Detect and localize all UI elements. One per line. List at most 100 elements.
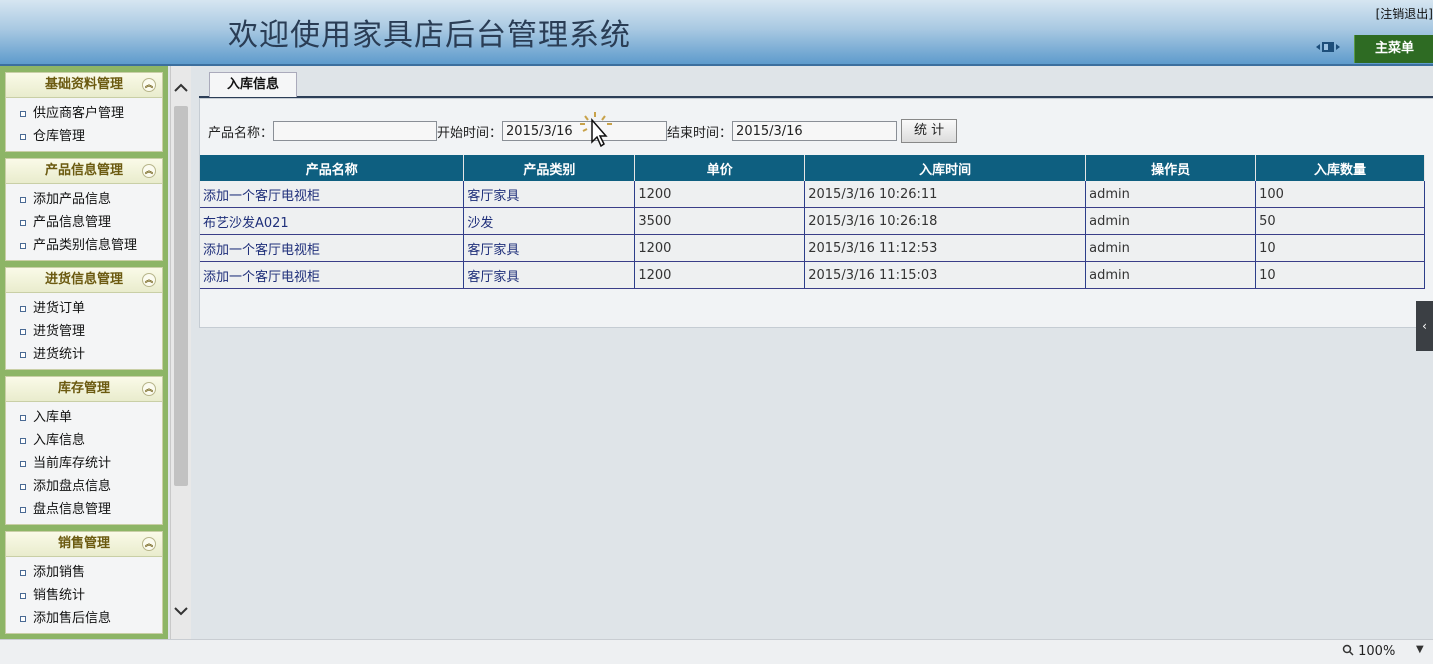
menu-group-header[interactable]: 基础资料管理 ︽ — [5, 72, 163, 98]
sidebar-item-stock-in-info[interactable]: 入库信息 — [6, 429, 162, 452]
chevron-up-icon[interactable]: ︽ — [142, 164, 156, 178]
zoom-value: 100% — [1358, 644, 1396, 659]
menu-group-header[interactable]: 销售管理 ︽ — [5, 531, 163, 557]
chevron-left-icon[interactable]: ‹ — [1416, 301, 1433, 351]
sidebar-item-stock-in-order[interactable]: 入库单 — [6, 406, 162, 429]
bullet-icon — [20, 570, 26, 576]
sidebar-scrollbar[interactable] — [170, 66, 191, 639]
sidebar-item-add-inventory-check[interactable]: 添加盘点信息 — [6, 475, 162, 498]
scrollbar-thumb[interactable] — [174, 106, 188, 486]
table-cell: 3500 — [634, 207, 806, 235]
sidebar-item-add-product[interactable]: 添加产品信息 — [6, 188, 162, 211]
sidebar-toggle-icon[interactable] — [1314, 40, 1342, 54]
sidebar-item-add-sale[interactable]: 添加销售 — [6, 561, 162, 584]
zoom-level[interactable]: 100% — [1342, 644, 1395, 659]
table-cell: 添加一个客厅电视柜 — [200, 234, 465, 262]
bullet-icon — [20, 507, 26, 513]
bullet-icon — [20, 352, 26, 358]
menu-group-basic: 基础资料管理 ︽ 供应商客户管理 仓库管理 — [5, 72, 163, 152]
table-cell: 客厅家具 — [463, 234, 636, 262]
menu-group-title: 进货信息管理 — [44, 272, 123, 287]
bullet-icon — [20, 438, 26, 444]
bullet-icon — [20, 329, 26, 335]
end-time-input[interactable] — [732, 121, 898, 141]
table-cell: admin — [1085, 207, 1257, 235]
tab-stock-in-info[interactable]: 入库信息 — [209, 72, 297, 97]
table-cell: 2015/3/16 11:12:53 — [804, 234, 1087, 262]
bullet-icon — [20, 616, 26, 622]
bullet-icon — [20, 134, 26, 140]
chevron-up-icon[interactable]: ︽ — [142, 78, 156, 92]
table-cell: 布艺沙发A021 — [200, 207, 465, 235]
main-content: 入库信息 产品名称： 开始时间： 结束时间： 统 计 产品名称 产品类别 单价 入库时… — [191, 66, 1433, 639]
column-header: 操作员 — [1085, 155, 1257, 181]
chevron-up-icon[interactable]: ︽ — [142, 382, 156, 396]
table-cell: admin — [1085, 181, 1257, 208]
table-cell: 2015/3/16 11:15:03 — [804, 261, 1087, 289]
table-cell: 10 — [1255, 234, 1425, 262]
table-cell: 50 — [1255, 207, 1425, 235]
start-time-label: 开始时间： — [437, 125, 503, 141]
sidebar-item-add-after-sale[interactable]: 添加售后信息 — [6, 607, 162, 630]
sidebar-item-product-category[interactable]: 产品类别信息管理 — [6, 234, 162, 257]
sidebar-item-purchase-order[interactable]: 进货订单 — [6, 297, 162, 320]
tab-bar: 入库信息 — [199, 70, 1433, 98]
product-name-label: 产品名称： — [208, 125, 274, 141]
stock-in-table: 产品名称 产品类别 单价 入库时间 操作员 入库数量 添加一个客厅电视柜 客厅家… — [200, 155, 1425, 289]
menu-group-title: 销售管理 — [57, 536, 110, 551]
menu-group-header[interactable]: 进货信息管理 ︽ — [5, 267, 163, 293]
table-cell: 添加一个客厅电视柜 — [200, 181, 465, 208]
table-cell: 2015/3/16 10:26:11 — [804, 181, 1087, 208]
status-bar: 100% ▼ — [0, 639, 1433, 664]
menu-group-title: 库存管理 — [57, 381, 110, 396]
menu-group-product: 产品信息管理 ︽ 添加产品信息 产品信息管理 产品类别信息管理 — [5, 158, 163, 261]
mouse-cursor-icon — [580, 112, 612, 148]
menu-group-inventory: 库存管理 ︽ 入库单 入库信息 当前库存统计 添加盘点信息 盘点信息管理 — [5, 376, 163, 525]
menu-group-title: 基础资料管理 — [44, 77, 123, 92]
sidebar-item-warehouse[interactable]: 仓库管理 — [6, 125, 162, 148]
menu-group-title: 产品信息管理 — [44, 163, 123, 178]
sidebar-item-purchase-manage[interactable]: 进货管理 — [6, 320, 162, 343]
table-row: 添加一个客厅电视柜 客厅家具 1200 2015/3/16 11:15:03 a… — [200, 261, 1425, 289]
app-header: 欢迎使用家具店后台管理系统 [注销退出] 主菜单 — [0, 0, 1433, 66]
sidebar-item-product-info[interactable]: 产品信息管理 — [6, 211, 162, 234]
menu-group-header[interactable]: 产品信息管理 ︽ — [5, 158, 163, 184]
table-cell: 100 — [1255, 181, 1425, 208]
chevron-up-icon[interactable]: ︽ — [142, 537, 156, 551]
app-title: 欢迎使用家具店后台管理系统 — [228, 18, 631, 53]
sidebar-item-stock-stats[interactable]: 当前库存统计 — [6, 452, 162, 475]
sidebar-item-supplier[interactable]: 供应商客户管理 — [6, 102, 162, 125]
bullet-icon — [20, 243, 26, 249]
bullet-icon — [20, 306, 26, 312]
main-menu-button[interactable]: 主菜单 — [1354, 35, 1433, 63]
menu-group-header[interactable]: 库存管理 ︽ — [5, 376, 163, 402]
sidebar-item-inventory-check-manage[interactable]: 盘点信息管理 — [6, 498, 162, 521]
column-header: 产品类别 — [463, 155, 636, 181]
table-cell: 添加一个客厅电视柜 — [200, 261, 465, 289]
table-cell: 2015/3/16 10:26:18 — [804, 207, 1087, 235]
chevron-down-icon[interactable] — [171, 601, 191, 621]
bullet-icon — [20, 220, 26, 226]
table-cell: admin — [1085, 234, 1257, 262]
product-name-input[interactable] — [273, 121, 438, 141]
table-row: 添加一个客厅电视柜 客厅家具 1200 2015/3/16 11:12:53 a… — [200, 234, 1425, 262]
end-time-label: 结束时间： — [667, 125, 733, 141]
chevron-down-icon[interactable]: ▼ — [1416, 644, 1424, 655]
chevron-up-icon[interactable]: ︽ — [142, 273, 156, 287]
sidebar-item-sales-stats[interactable]: 销售统计 — [6, 584, 162, 607]
chevron-up-icon[interactable] — [171, 78, 191, 98]
table-row: 添加一个客厅电视柜 客厅家具 1200 2015/3/16 10:26:11 a… — [200, 181, 1425, 208]
stat-button[interactable]: 统 计 — [901, 119, 958, 143]
sidebar: 基础资料管理 ︽ 供应商客户管理 仓库管理 产品信息管理 ︽ 添加产品信息 产品… — [0, 66, 168, 639]
bullet-icon — [20, 484, 26, 490]
column-header: 单价 — [634, 155, 806, 181]
bullet-icon — [20, 593, 26, 599]
column-header: 入库数量 — [1255, 155, 1425, 181]
column-header: 入库时间 — [804, 155, 1087, 181]
table-row: 布艺沙发A021 沙发 3500 2015/3/16 10:26:18 admi… — [200, 207, 1425, 235]
sidebar-item-purchase-stats[interactable]: 进货统计 — [6, 343, 162, 366]
logout-link[interactable]: [注销退出] — [1376, 5, 1433, 22]
table-cell: 10 — [1255, 261, 1425, 289]
bullet-icon — [20, 415, 26, 421]
table-cell: 沙发 — [463, 207, 636, 235]
